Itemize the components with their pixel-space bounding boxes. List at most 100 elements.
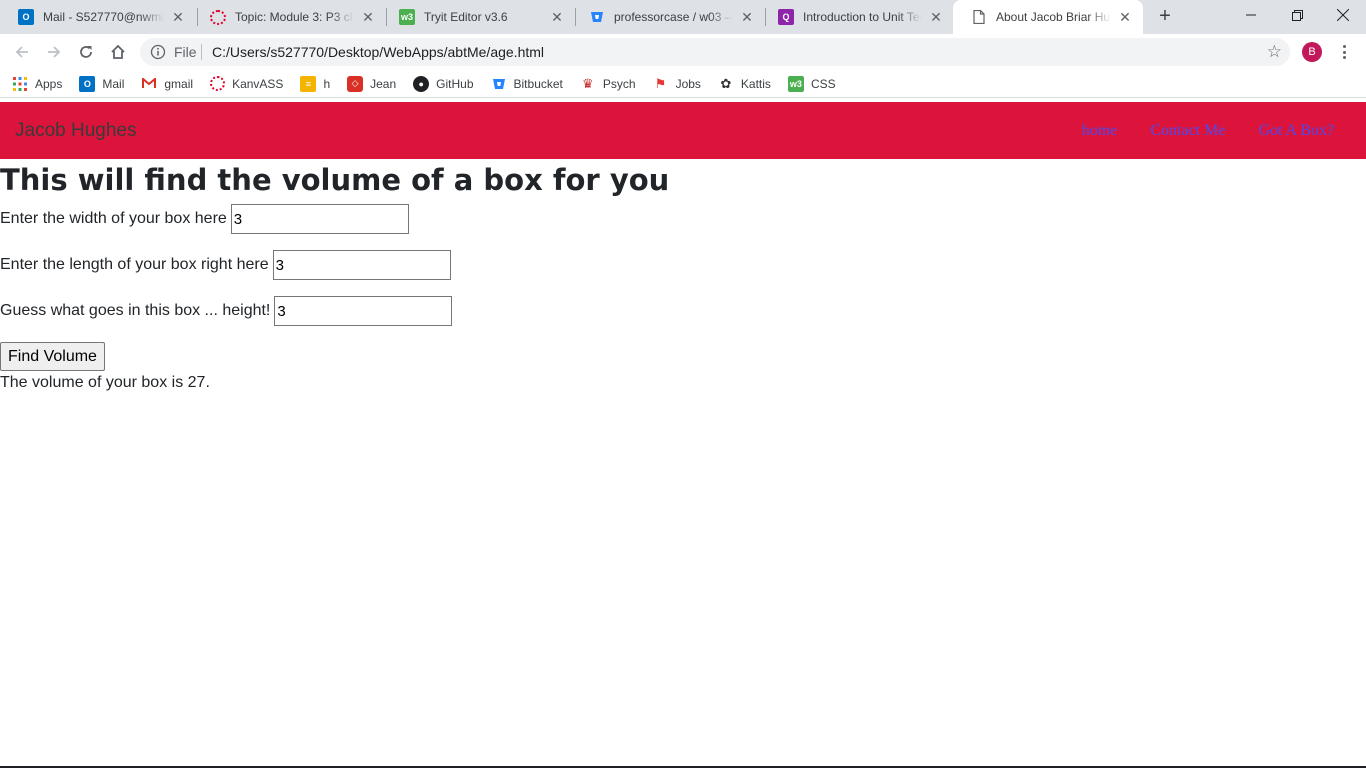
bookmark-label: Jobs [675, 76, 701, 91]
new-tab-icon[interactable]: + [1154, 6, 1176, 28]
jobs-icon: ⚑ [654, 75, 667, 91]
browser-tab-bitbucket[interactable]: professorcase / w03 — ✕ [571, 0, 765, 34]
browser-tab-active[interactable]: About Jacob Briar Hugh ✕ [953, 0, 1143, 34]
width-input[interactable] [230, 204, 409, 234]
length-label: Enter the length of your box right here [0, 256, 269, 273]
button-row: Find Volume [0, 342, 669, 371]
bookmark-label: h [323, 76, 331, 91]
address-url[interactable]: C:/Users/s527770/Desktop/WebApps/abtMe/a… [212, 44, 544, 60]
bookmark-gmail[interactable]: gmail [141, 76, 193, 92]
height-row: Guess what goes in this box ... height! [0, 296, 669, 326]
nav-link-got-a-box[interactable]: Got A Box? [1258, 122, 1334, 140]
outlook-icon: O [18, 9, 34, 25]
quizlet-icon: Q [778, 9, 794, 25]
bookmark-label: Apps [35, 76, 63, 91]
github-icon: ● [413, 75, 430, 92]
bookmark-star-icon[interactable]: ☆ [1267, 43, 1282, 60]
height-input[interactable] [274, 296, 453, 326]
reload-icon[interactable] [74, 40, 98, 64]
gmail-icon [141, 76, 157, 92]
close-window-icon[interactable] [1320, 0, 1366, 30]
canvas-icon [210, 9, 226, 25]
bookmark-mail[interactable]: O Mail [79, 75, 125, 92]
close-tab-icon[interactable]: ✕ [739, 9, 755, 26]
page-heading: This will find the volume of a box for y… [0, 163, 670, 197]
canvas-icon [210, 76, 226, 91]
height-label: Guess what goes in this box ... height! [0, 302, 271, 319]
h-icon: ≡ [300, 75, 317, 92]
tab-title: Tryit Editor v3.6 [424, 10, 508, 24]
jean-icon: ◇ [347, 75, 364, 92]
volume-result: The volume of your box is 27. [0, 374, 210, 391]
volume-form: This will find the volume of a box for y… [0, 161, 669, 392]
tab-title: professorcase / w03 — [614, 10, 733, 24]
bookmark-jobs[interactable]: ⚑ Jobs [653, 76, 701, 92]
browser-tab-strip: O Mail - S527770@nwmis ✕ Topic: Module 3… [0, 0, 1366, 34]
width-row: Enter the width of your box here [0, 204, 669, 234]
info-icon[interactable] [150, 44, 166, 65]
minimize-icon[interactable] [1228, 0, 1274, 30]
find-volume-button[interactable]: Find Volume [0, 342, 105, 371]
bookmark-label: Bitbucket [513, 76, 563, 91]
length-input[interactable] [272, 250, 451, 280]
bookmark-bitbucket[interactable]: Bitbucket [491, 76, 563, 92]
back-arrow-icon[interactable] [10, 40, 34, 64]
bookmark-apps[interactable]: Apps [12, 76, 62, 92]
bookmark-kattis[interactable]: ✿ Kattis [718, 75, 771, 92]
bookmark-label: Mail [102, 76, 125, 91]
site-nav-links: home Contact Me Got A Box? [1049, 122, 1334, 140]
scheme-label: File [174, 44, 197, 60]
close-tab-icon[interactable]: ✕ [170, 9, 186, 26]
width-label: Enter the width of your box here [0, 210, 227, 227]
bookmark-label: Kattis [740, 76, 771, 91]
bookmark-label: KanvASS [232, 76, 284, 91]
address-divider [201, 44, 202, 60]
bookmark-label: GitHub [436, 76, 474, 91]
site-navbar: Jacob Hughes home Contact Me Got A Box? [0, 102, 1366, 159]
address-bar[interactable]: File C:/Users/s527770/Desktop/WebApps/ab… [140, 38, 1290, 66]
w3schools-icon: w3 [787, 75, 804, 92]
tab-title: Introduction to Unit Tes [803, 10, 922, 24]
tab-title: Mail - S527770@nwmis [43, 10, 164, 24]
bookmarks-bar: Apps O Mail gmail KanvASS ≡ h ◇ Jean ● G… [0, 70, 1366, 98]
close-tab-icon[interactable]: ✕ [928, 9, 944, 26]
home-icon[interactable] [106, 40, 130, 64]
close-tab-icon[interactable]: ✕ [549, 9, 565, 26]
browser-menu-icon[interactable] [1336, 42, 1352, 62]
bookmark-jean[interactable]: ◇ Jean [347, 75, 397, 92]
bookmark-label: CSS [810, 76, 836, 91]
restore-icon[interactable] [1274, 0, 1320, 30]
bookmark-h[interactable]: ≡ h [300, 75, 331, 92]
psych-icon: ♛ [582, 75, 594, 91]
profile-avatar[interactable]: B [1302, 42, 1322, 62]
tab-title: Topic: Module 3: P3 clie [235, 10, 354, 24]
bookmark-label: Psych [602, 76, 636, 91]
page-icon [971, 9, 987, 25]
nav-link-home[interactable]: home [1082, 122, 1118, 140]
bitbucket-icon [491, 76, 507, 92]
close-tab-icon[interactable]: ✕ [360, 9, 376, 26]
bookmark-label: Jean [370, 76, 397, 91]
w3schools-icon: w3 [399, 9, 415, 25]
apps-grid-icon [12, 76, 28, 92]
browser-tab-unit-tests[interactable]: Q Introduction to Unit Tes ✕ [760, 0, 954, 34]
close-tab-icon[interactable]: ✕ [1117, 9, 1133, 26]
browser-tab-tryit[interactable]: w3 Tryit Editor v3.6 ✕ [381, 0, 575, 34]
browser-toolbar: File C:/Users/s527770/Desktop/WebApps/ab… [0, 34, 1366, 70]
site-brand[interactable]: Jacob Hughes [15, 120, 136, 142]
outlook-icon: O [79, 75, 96, 92]
web-page: Jacob Hughes home Contact Me Got A Box? … [0, 102, 1366, 768]
tab-title: About Jacob Briar Hugh [996, 10, 1111, 24]
bookmark-label: gmail [164, 76, 194, 91]
bookmark-css[interactable]: w3 CSS [787, 75, 836, 92]
bitbucket-icon [589, 9, 605, 25]
nav-link-contact[interactable]: Contact Me [1150, 122, 1225, 140]
forward-arrow-icon[interactable] [42, 40, 66, 64]
bookmark-kanvass[interactable]: KanvASS [210, 76, 283, 91]
kattis-icon: ✿ [720, 75, 732, 91]
browser-tab-canvas[interactable]: Topic: Module 3: P3 clie ✕ [192, 0, 386, 34]
bookmark-github[interactable]: ● GitHub [413, 75, 474, 92]
length-row: Enter the length of your box right here [0, 250, 669, 280]
browser-tab-mail[interactable]: O Mail - S527770@nwmis ✕ [0, 0, 196, 34]
bookmark-psych[interactable]: ♛ Psych [580, 76, 636, 92]
